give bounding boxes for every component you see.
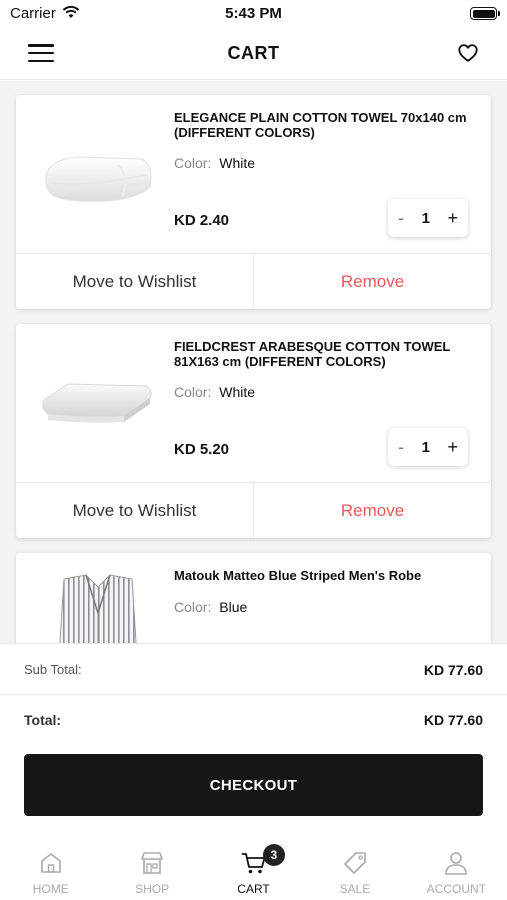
color-value: White <box>219 155 256 171</box>
shop-icon <box>141 852 163 874</box>
home-icon <box>40 853 61 873</box>
tab-label: HOME <box>32 882 69 896</box>
total-label: Total: <box>24 712 62 728</box>
move-to-wishlist-button[interactable]: Move to Wishlist <box>16 254 254 309</box>
tab-cart[interactable]: 3 CART <box>203 840 304 900</box>
product-name[interactable]: FIELDCREST ARABESQUE COTTON TOWEL 81X163… <box>174 339 479 369</box>
move-to-wishlist-button[interactable]: Move to Wishlist <box>16 483 254 538</box>
cart-list[interactable]: ELEGANCE PLAIN COTTON TOWEL 70x140 cm (D… <box>0 81 507 643</box>
clock: 5:43 PM <box>225 5 282 22</box>
decrease-quantity-button[interactable]: - <box>398 208 404 229</box>
status-bar: Carrier 5:43 PM <box>0 0 507 28</box>
product-image[interactable] <box>38 354 158 454</box>
product-color: Color: White <box>174 384 255 400</box>
navbar: CART <box>0 28 507 80</box>
subtotal-label: Sub Total: <box>24 662 82 677</box>
remove-button[interactable]: Remove <box>254 483 491 538</box>
color-label: Color: <box>174 599 212 615</box>
person-icon <box>445 852 468 875</box>
tab-sale[interactable]: SALE <box>304 840 405 900</box>
quantity-stepper: - 1 + <box>388 199 468 237</box>
total-row: Total: KD 77.60 <box>24 712 483 728</box>
product-color: Color: Blue <box>174 599 247 615</box>
subtotal-row: Sub Total: KD 77.60 <box>24 662 483 678</box>
page-title: CART <box>227 43 280 63</box>
cart-item: ELEGANCE PLAIN COTTON TOWEL 70x140 cm (D… <box>16 95 491 309</box>
battery-icon <box>470 7 500 20</box>
remove-button[interactable]: Remove <box>254 254 491 309</box>
subtotal-value: KD 77.60 <box>423 662 483 678</box>
product-price: KD 2.40 <box>174 212 230 229</box>
product-price: KD 5.20 <box>174 441 230 458</box>
tab-bar: HOME SHOP 3 CART SALE ACCOUNT <box>0 840 507 900</box>
heart-icon[interactable] <box>457 42 479 64</box>
quantity-value: 1 <box>421 438 430 456</box>
color-value: White <box>219 384 256 400</box>
quantity-value: 1 <box>421 209 430 227</box>
summary-divider <box>0 694 507 695</box>
cart-item: FIELDCREST ARABESQUE COTTON TOWEL 81X163… <box>16 324 491 538</box>
quantity-stepper: - 1 + <box>388 428 468 466</box>
checkout-button[interactable]: CHECKOUT <box>24 754 483 816</box>
tab-shop[interactable]: SHOP <box>101 840 202 900</box>
decrease-quantity-button[interactable]: - <box>398 437 404 458</box>
increase-quantity-button[interactable]: + <box>447 437 458 458</box>
tab-label: SALE <box>339 882 371 896</box>
tag-icon <box>344 852 366 874</box>
product-image[interactable] <box>38 125 158 225</box>
increase-quantity-button[interactable]: + <box>447 208 458 229</box>
color-value: Blue <box>219 599 248 615</box>
product-name[interactable]: Matouk Matteo Blue Striped Men's Robe <box>174 568 479 583</box>
order-summary: Sub Total: KD 77.60 Total: KD 77.60 CHEC… <box>0 643 507 840</box>
tab-label: ACCOUNT <box>426 882 486 896</box>
total-value: KD 77.60 <box>423 712 483 728</box>
color-label: Color: <box>174 384 212 400</box>
tab-label: CART <box>237 882 270 896</box>
cart-item: Matouk Matteo Blue Striped Men's Robe Co… <box>16 553 491 643</box>
product-name[interactable]: ELEGANCE PLAIN COTTON TOWEL 70x140 cm (D… <box>174 110 479 140</box>
color-label: Color: <box>174 155 212 171</box>
cart-count-badge: 3 <box>262 844 285 866</box>
product-image[interactable] <box>38 573 158 643</box>
tab-label: SHOP <box>135 882 170 896</box>
product-color: Color: White <box>174 155 255 171</box>
tab-home[interactable]: HOME <box>0 840 101 900</box>
tab-account[interactable]: ACCOUNT <box>406 840 507 900</box>
